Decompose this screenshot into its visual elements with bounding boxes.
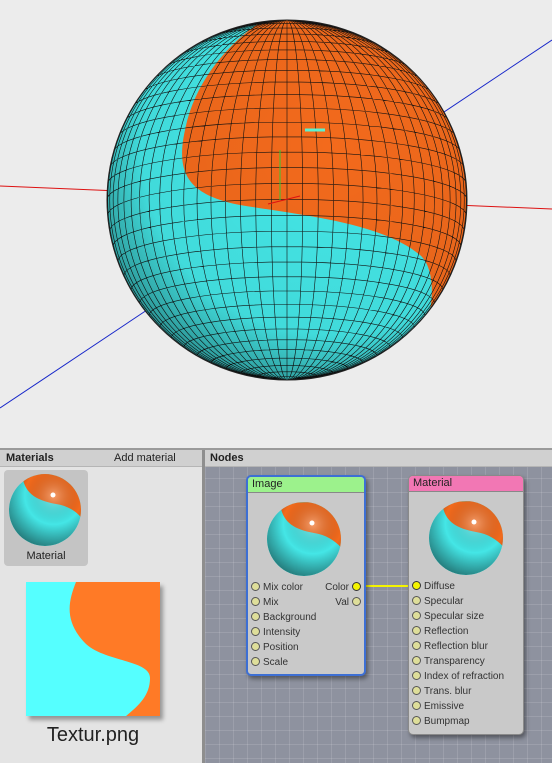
socket-icon[interactable] bbox=[412, 580, 421, 590]
socket-icon[interactable] bbox=[352, 581, 361, 591]
socket-icon[interactable] bbox=[251, 656, 260, 666]
image-node-input-label: Mix color bbox=[263, 582, 304, 593]
material-node-input-diffuse[interactable]: Diffuse bbox=[412, 579, 455, 594]
add-material-button[interactable]: Add material bbox=[114, 450, 176, 466]
material-node-input-label: Reflection blur bbox=[424, 641, 488, 652]
material-node-input-specular-size[interactable]: Specular size bbox=[412, 609, 484, 624]
image-node-input-intensity[interactable]: Intensity bbox=[251, 625, 300, 640]
materials-header: Materials Add material bbox=[0, 450, 202, 467]
image-node-input-mix[interactable]: Mix bbox=[251, 595, 279, 610]
material-node-input-label: Diffuse bbox=[424, 581, 455, 592]
socket-icon[interactable] bbox=[251, 611, 260, 621]
socket-icon[interactable] bbox=[352, 596, 361, 606]
socket-icon[interactable] bbox=[412, 655, 421, 665]
material-node-input-label: Transparency bbox=[424, 656, 485, 667]
socket-icon[interactable] bbox=[251, 581, 260, 591]
socket-icon[interactable] bbox=[412, 610, 421, 620]
material-node-input-specular[interactable]: Specular bbox=[412, 594, 463, 609]
socket-icon[interactable] bbox=[412, 670, 421, 680]
material-item-label: Material bbox=[26, 550, 66, 562]
socket-icon[interactable] bbox=[251, 626, 260, 636]
image-node-input-label: Mix bbox=[263, 597, 279, 608]
material-node-preview bbox=[429, 501, 503, 575]
socket-icon[interactable] bbox=[251, 596, 260, 606]
image-node-input-background[interactable]: Background bbox=[251, 610, 316, 625]
socket-icon[interactable] bbox=[412, 715, 421, 725]
scene-canvas[interactable] bbox=[0, 0, 552, 448]
material-node-input-label: Index of refraction bbox=[424, 671, 505, 682]
image-node-input-scale[interactable]: Scale bbox=[251, 655, 288, 670]
material-node-title: Material bbox=[409, 476, 523, 492]
image-node-output-label: Color bbox=[325, 582, 349, 593]
image-node-title: Image bbox=[248, 477, 364, 493]
image-node-output-label: Val bbox=[335, 597, 349, 608]
image-node-input-position[interactable]: Position bbox=[251, 640, 299, 655]
image-node-output-color[interactable]: Color bbox=[325, 580, 361, 595]
socket-icon[interactable] bbox=[412, 640, 421, 650]
image-node-input-label: Scale bbox=[263, 657, 289, 668]
material-node-input-emissive[interactable]: Emissive bbox=[412, 699, 464, 714]
3d-viewport[interactable] bbox=[0, 0, 552, 448]
material-preview-sphere bbox=[9, 474, 81, 546]
image-node-output-val[interactable]: Val bbox=[335, 595, 361, 610]
image-node-input-label: Intensity bbox=[263, 627, 301, 638]
material-node-input-bumpmap[interactable]: Bumpmap bbox=[412, 714, 470, 729]
material-node-input-reflection[interactable]: Reflection bbox=[412, 624, 468, 639]
material-node-input-reflection-blur[interactable]: Reflection blur bbox=[412, 639, 488, 654]
material-node-input-index-of-refraction[interactable]: Index of refraction bbox=[412, 669, 504, 684]
image-node[interactable]: Image Mix color Mix Background Intensity Pos… bbox=[246, 475, 366, 676]
material-node-input-transparency[interactable]: Transparency bbox=[412, 654, 485, 669]
image-node-input-mix-color[interactable]: Mix color bbox=[251, 580, 303, 595]
materials-panel: Materials Add material Material Textur.p… bbox=[0, 450, 202, 763]
socket-icon[interactable] bbox=[412, 700, 421, 710]
socket-icon[interactable] bbox=[412, 595, 421, 605]
texture-filename: Textur.png bbox=[46, 724, 140, 746]
material-node-input-label: Bumpmap bbox=[424, 716, 470, 727]
material-node-input-label: Reflection bbox=[424, 626, 469, 637]
socket-icon[interactable] bbox=[251, 641, 260, 651]
image-node-preview bbox=[267, 502, 341, 576]
socket-icon[interactable] bbox=[412, 625, 421, 635]
image-node-input-label: Position bbox=[263, 642, 299, 653]
material-node-input-label: Emissive bbox=[424, 701, 465, 712]
material-node-input-label: Specular bbox=[424, 596, 464, 607]
material-node-input-label: Trans. blur bbox=[424, 686, 472, 697]
texture-preview-image bbox=[26, 582, 160, 716]
material-node-input-label: Specular size bbox=[424, 611, 485, 622]
node-editor[interactable]: Nodes Image Mix color Mix Background Intens… bbox=[205, 450, 552, 763]
material-node[interactable]: Material Diffuse Specular Specular size Ref… bbox=[408, 475, 524, 735]
material-item[interactable]: Material bbox=[4, 470, 88, 566]
socket-icon[interactable] bbox=[412, 685, 421, 695]
material-node-input-trans-blur[interactable]: Trans. blur bbox=[412, 684, 471, 699]
image-node-input-label: Background bbox=[263, 612, 317, 623]
materials-title: Materials bbox=[6, 452, 54, 464]
